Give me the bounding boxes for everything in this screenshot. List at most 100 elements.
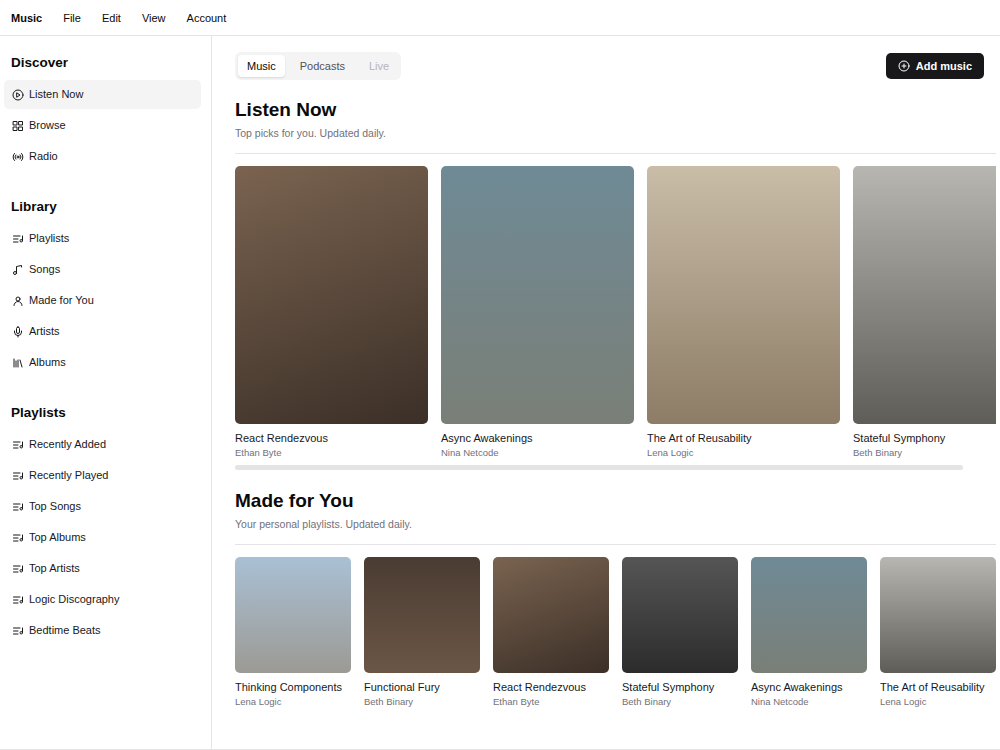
- section-heading: Listen Now: [235, 98, 996, 122]
- album-card[interactable]: The Art of Reusability Lena Logic: [647, 166, 840, 459]
- album-cover[interactable]: [235, 166, 428, 424]
- section-title: Discover: [4, 54, 201, 72]
- sidebar-item[interactable]: Albums: [4, 348, 201, 377]
- menu-item[interactable]: Account: [187, 8, 227, 28]
- playlist-artist: Beth Binary: [622, 696, 738, 708]
- playlist-card[interactable]: The Art of Reusability Lena Logic: [880, 557, 996, 708]
- toolbar: Music Podcasts Live Add music: [235, 52, 996, 80]
- playlist-title: Thinking Components: [235, 680, 351, 694]
- tab-list: Music Podcasts Live: [235, 52, 401, 80]
- sidebar-item[interactable]: Listen Now: [4, 80, 201, 109]
- list-music-icon: [12, 501, 24, 513]
- playlist-cover[interactable]: [751, 557, 867, 673]
- sidebar-item[interactable]: Browse: [4, 111, 201, 140]
- menu-item[interactable]: File: [63, 8, 81, 28]
- sidebar-item[interactable]: Artists: [4, 317, 201, 346]
- body: Discover Listen Now Browse Radio Library …: [0, 36, 1000, 750]
- user-icon: [12, 295, 24, 307]
- scrollbar-thumb[interactable]: [235, 465, 963, 470]
- playlist-artist: Lena Logic: [235, 696, 351, 708]
- playlist-artist: Ethan Byte: [493, 696, 609, 708]
- sidebar: Discover Listen Now Browse Radio Library …: [0, 36, 212, 749]
- album-artist: Nina Netcode: [441, 447, 634, 459]
- grid-icon: [12, 120, 24, 132]
- list-music-icon: [12, 470, 24, 482]
- playlist-artist: Nina Netcode: [751, 696, 867, 708]
- section-heading: Made for You: [235, 489, 996, 513]
- album-cover[interactable]: [441, 166, 634, 424]
- sidebar-item[interactable]: Playlists: [4, 224, 201, 253]
- album-title: React Rendezvous: [235, 431, 428, 445]
- plus-circle-icon: [898, 60, 910, 72]
- sidebar-item[interactable]: Top Albums: [4, 523, 201, 552]
- album-card[interactable]: Stateful Symphony Beth Binary: [853, 166, 996, 459]
- radio-icon: [12, 151, 24, 163]
- microphone-icon: [12, 326, 24, 338]
- playlist-title: Stateful Symphony: [622, 680, 738, 694]
- sidebar-item[interactable]: Logic Discography: [4, 585, 201, 614]
- sidebar-section: Discover Listen Now Browse Radio: [4, 54, 201, 171]
- playlist-row: Thinking Components Lena Logic Functiona…: [235, 557, 996, 708]
- playlist-title: Async Awakenings: [751, 680, 867, 694]
- sidebar-item[interactable]: Bedtime Beats: [4, 616, 201, 645]
- tab[interactable]: Podcasts: [291, 55, 354, 77]
- playlist-cover[interactable]: [235, 557, 351, 673]
- playlist-artist: Beth Binary: [364, 696, 480, 708]
- playlist-card[interactable]: Stateful Symphony Beth Binary: [622, 557, 738, 708]
- sidebar-list: Playlists Songs Made for You Artists Alb…: [4, 224, 201, 377]
- album-artist: Lena Logic: [647, 447, 840, 459]
- library-icon: [12, 357, 24, 369]
- sidebar-item[interactable]: Made for You: [4, 286, 201, 315]
- playlist-card[interactable]: Async Awakenings Nina Netcode: [751, 557, 867, 708]
- playlist-cover[interactable]: [622, 557, 738, 673]
- playlist-cover[interactable]: [364, 557, 480, 673]
- menu-item[interactable]: Music: [11, 8, 42, 28]
- menubar: Music File Edit View Account: [0, 0, 1000, 36]
- music-app: Music File Edit View Account Discover Liste…: [0, 0, 1000, 750]
- album-artist: Beth Binary: [853, 447, 996, 459]
- menu-item[interactable]: View: [142, 8, 166, 28]
- album-card[interactable]: React Rendezvous Ethan Byte: [235, 166, 428, 459]
- album-row: React Rendezvous Ethan Byte Async Awaken…: [235, 166, 996, 459]
- playlist-card[interactable]: React Rendezvous Ethan Byte: [493, 557, 609, 708]
- album-title: Async Awakenings: [441, 431, 634, 445]
- separator: [235, 544, 996, 545]
- list-music-icon: [12, 532, 24, 544]
- list-music-icon: [12, 233, 24, 245]
- album-title: Stateful Symphony: [853, 431, 996, 445]
- sidebar-item[interactable]: Recently Added: [4, 430, 201, 459]
- section-subtitle: Your personal playlists. Updated daily.: [235, 517, 996, 531]
- scrollbar: [235, 465, 996, 470]
- sidebar-item[interactable]: Top Artists: [4, 554, 201, 583]
- sidebar-item[interactable]: Songs: [4, 255, 201, 284]
- play-circle-icon: [12, 89, 24, 101]
- sidebar-section: Library Playlists Songs Made for You Art…: [4, 198, 201, 377]
- playlist-cover[interactable]: [493, 557, 609, 673]
- sidebar-item[interactable]: Radio: [4, 142, 201, 171]
- section-title: Library: [4, 198, 201, 216]
- playlist-card[interactable]: Thinking Components Lena Logic: [235, 557, 351, 708]
- music-note-icon: [12, 264, 24, 276]
- tab: Live: [360, 55, 398, 77]
- menu-item[interactable]: Edit: [102, 8, 121, 28]
- list-music-icon: [12, 439, 24, 451]
- album-cover[interactable]: [853, 166, 996, 424]
- playlist-cover[interactable]: [880, 557, 996, 673]
- sidebar-item[interactable]: Recently Played: [4, 461, 201, 490]
- list-music-icon: [12, 594, 24, 606]
- section-subtitle: Top picks for you. Updated daily.: [235, 126, 996, 140]
- album-title: The Art of Reusability: [647, 431, 840, 445]
- section-title: Playlists: [4, 404, 201, 422]
- playlist-title: Functional Fury: [364, 680, 480, 694]
- main-content: Music Podcasts Live Add music Listen Now T…: [212, 36, 1000, 749]
- playlist-card[interactable]: Functional Fury Beth Binary: [364, 557, 480, 708]
- sidebar-item[interactable]: Top Songs: [4, 492, 201, 521]
- playlist-artist: Lena Logic: [880, 696, 996, 708]
- add-music-button[interactable]: Add music: [886, 53, 984, 79]
- album-cover[interactable]: [647, 166, 840, 424]
- list-music-icon: [12, 563, 24, 575]
- tab[interactable]: Music: [238, 55, 285, 77]
- separator: [235, 153, 996, 154]
- album-card[interactable]: Async Awakenings Nina Netcode: [441, 166, 634, 459]
- sidebar-list: Recently Added Recently Played Top Songs…: [4, 430, 201, 645]
